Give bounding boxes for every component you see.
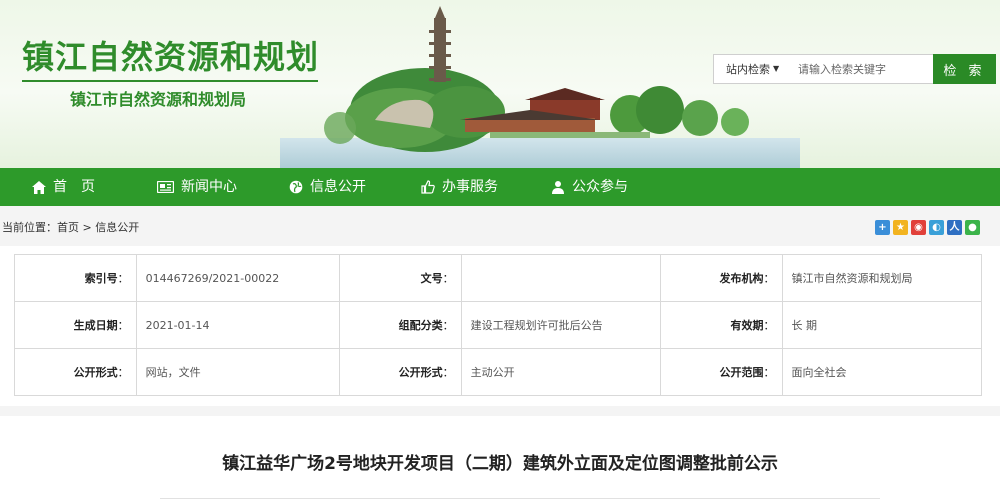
nav-label: 新闻中心	[181, 179, 237, 195]
nav-item-info-public[interactable]: 信息公开	[289, 168, 366, 206]
weibo-icon[interactable]: ◉	[911, 220, 926, 235]
breadcrumb: 当前位置：首页 > 信息公开	[2, 219, 139, 235]
info-value: 长 期	[781, 301, 983, 349]
breadcrumb-home-link[interactable]: 首页	[57, 221, 79, 234]
tencent-weibo-icon[interactable]: ◐	[929, 220, 944, 235]
article: 镇江益华广场2号地块开发项目（二期）建筑外立面及定位图调整批前公示	[0, 416, 1000, 500]
site-header: 镇江自然资源和规划 镇江市自然资源和规划局 站内检索 ▼ 请输入检索关键字 检 …	[0, 0, 1000, 168]
info-label: 有效期：	[659, 301, 783, 349]
info-label: 公开范围：	[659, 348, 783, 396]
info-value: 建设工程规划许可批后公告	[460, 301, 661, 349]
nav-label: 首 页	[53, 179, 95, 195]
info-label: 公开形式：	[14, 348, 137, 396]
site-subtitle: 镇江市自然资源和规划局	[70, 90, 247, 109]
breadcrumb-current-link[interactable]: 信息公开	[95, 221, 139, 234]
info-panel: 索引号： 014467269/2021-00022 文号： 发布机构： 镇江市自…	[0, 246, 1000, 406]
breadcrumb-separator: >	[79, 221, 96, 234]
pagoda-landscape-image	[280, 6, 800, 168]
newspaper-icon	[157, 181, 174, 193]
info-value: 2021-01-14	[135, 301, 341, 349]
breadcrumb-row: 当前位置：首页 > 信息公开 + ★ ◉ ◐ 人 ●	[0, 206, 1000, 246]
caret-down-icon: ▼	[773, 64, 780, 73]
info-value	[460, 254, 661, 302]
info-value: 网站，文件	[135, 348, 341, 396]
table-row: 生成日期： 2021-01-14 组配分类： 建设工程规划许可批后公告 有效期：…	[14, 301, 983, 349]
info-value: 主动公开	[460, 348, 661, 396]
title-divider	[22, 80, 318, 82]
info-label: 公开形式：	[339, 348, 462, 396]
info-value: 镇江市自然资源和规划局	[781, 254, 983, 302]
nav-label: 信息公开	[310, 179, 366, 195]
site-title[interactable]: 镇江自然资源和规划	[22, 32, 319, 78]
table-row: 索引号： 014467269/2021-00022 文号： 发布机构： 镇江市自…	[14, 254, 983, 302]
info-value: 014467269/2021-00022	[135, 254, 341, 302]
search-scope-label: 站内检索	[726, 63, 770, 76]
main-nav: 首 页 新闻中心 信息公开 办事服务 公众参与	[0, 168, 1000, 206]
search-input[interactable]	[794, 57, 932, 81]
info-label: 文号：	[339, 254, 462, 302]
title-divider	[160, 498, 880, 499]
share-plus-icon[interactable]: +	[875, 220, 890, 235]
info-label: 组配分类：	[339, 301, 462, 349]
info-label: 索引号：	[14, 254, 137, 302]
nav-item-services[interactable]: 办事服务	[421, 168, 498, 206]
info-label: 生成日期：	[14, 301, 137, 349]
nav-item-home[interactable]: 首 页	[32, 168, 95, 206]
nav-item-news[interactable]: 新闻中心	[157, 168, 237, 206]
people-icon	[552, 181, 564, 194]
nav-label: 公众参与	[572, 179, 628, 195]
search-button[interactable]: 检 索	[933, 54, 996, 84]
home-icon	[32, 180, 46, 194]
breadcrumb-prefix: 当前位置：	[2, 221, 57, 234]
nav-label: 办事服务	[442, 179, 498, 195]
qzone-icon[interactable]: ★	[893, 220, 908, 235]
nav-item-participation[interactable]: 公众参与	[551, 168, 628, 206]
search-scope-select[interactable]: 站内检索 ▼	[714, 55, 792, 83]
share-toolbar: + ★ ◉ ◐ 人 ●	[875, 220, 980, 235]
globe-icon	[289, 180, 303, 194]
table-row: 公开形式： 网站，文件 公开形式： 主动公开 公开范围： 面向全社会	[14, 348, 983, 396]
wechat-icon[interactable]: ●	[965, 220, 980, 235]
info-table: 索引号： 014467269/2021-00022 文号： 发布机构： 镇江市自…	[14, 254, 983, 396]
info-value: 面向全社会	[781, 348, 983, 396]
info-label: 发布机构：	[659, 254, 783, 302]
thumbs-up-icon	[421, 180, 435, 194]
article-title: 镇江益华广场2号地块开发项目（二期）建筑外立面及定位图调整批前公示	[222, 454, 778, 474]
renren-icon[interactable]: 人	[947, 220, 962, 235]
search-box: 站内检索▼ 检 索	[713, 54, 996, 84]
